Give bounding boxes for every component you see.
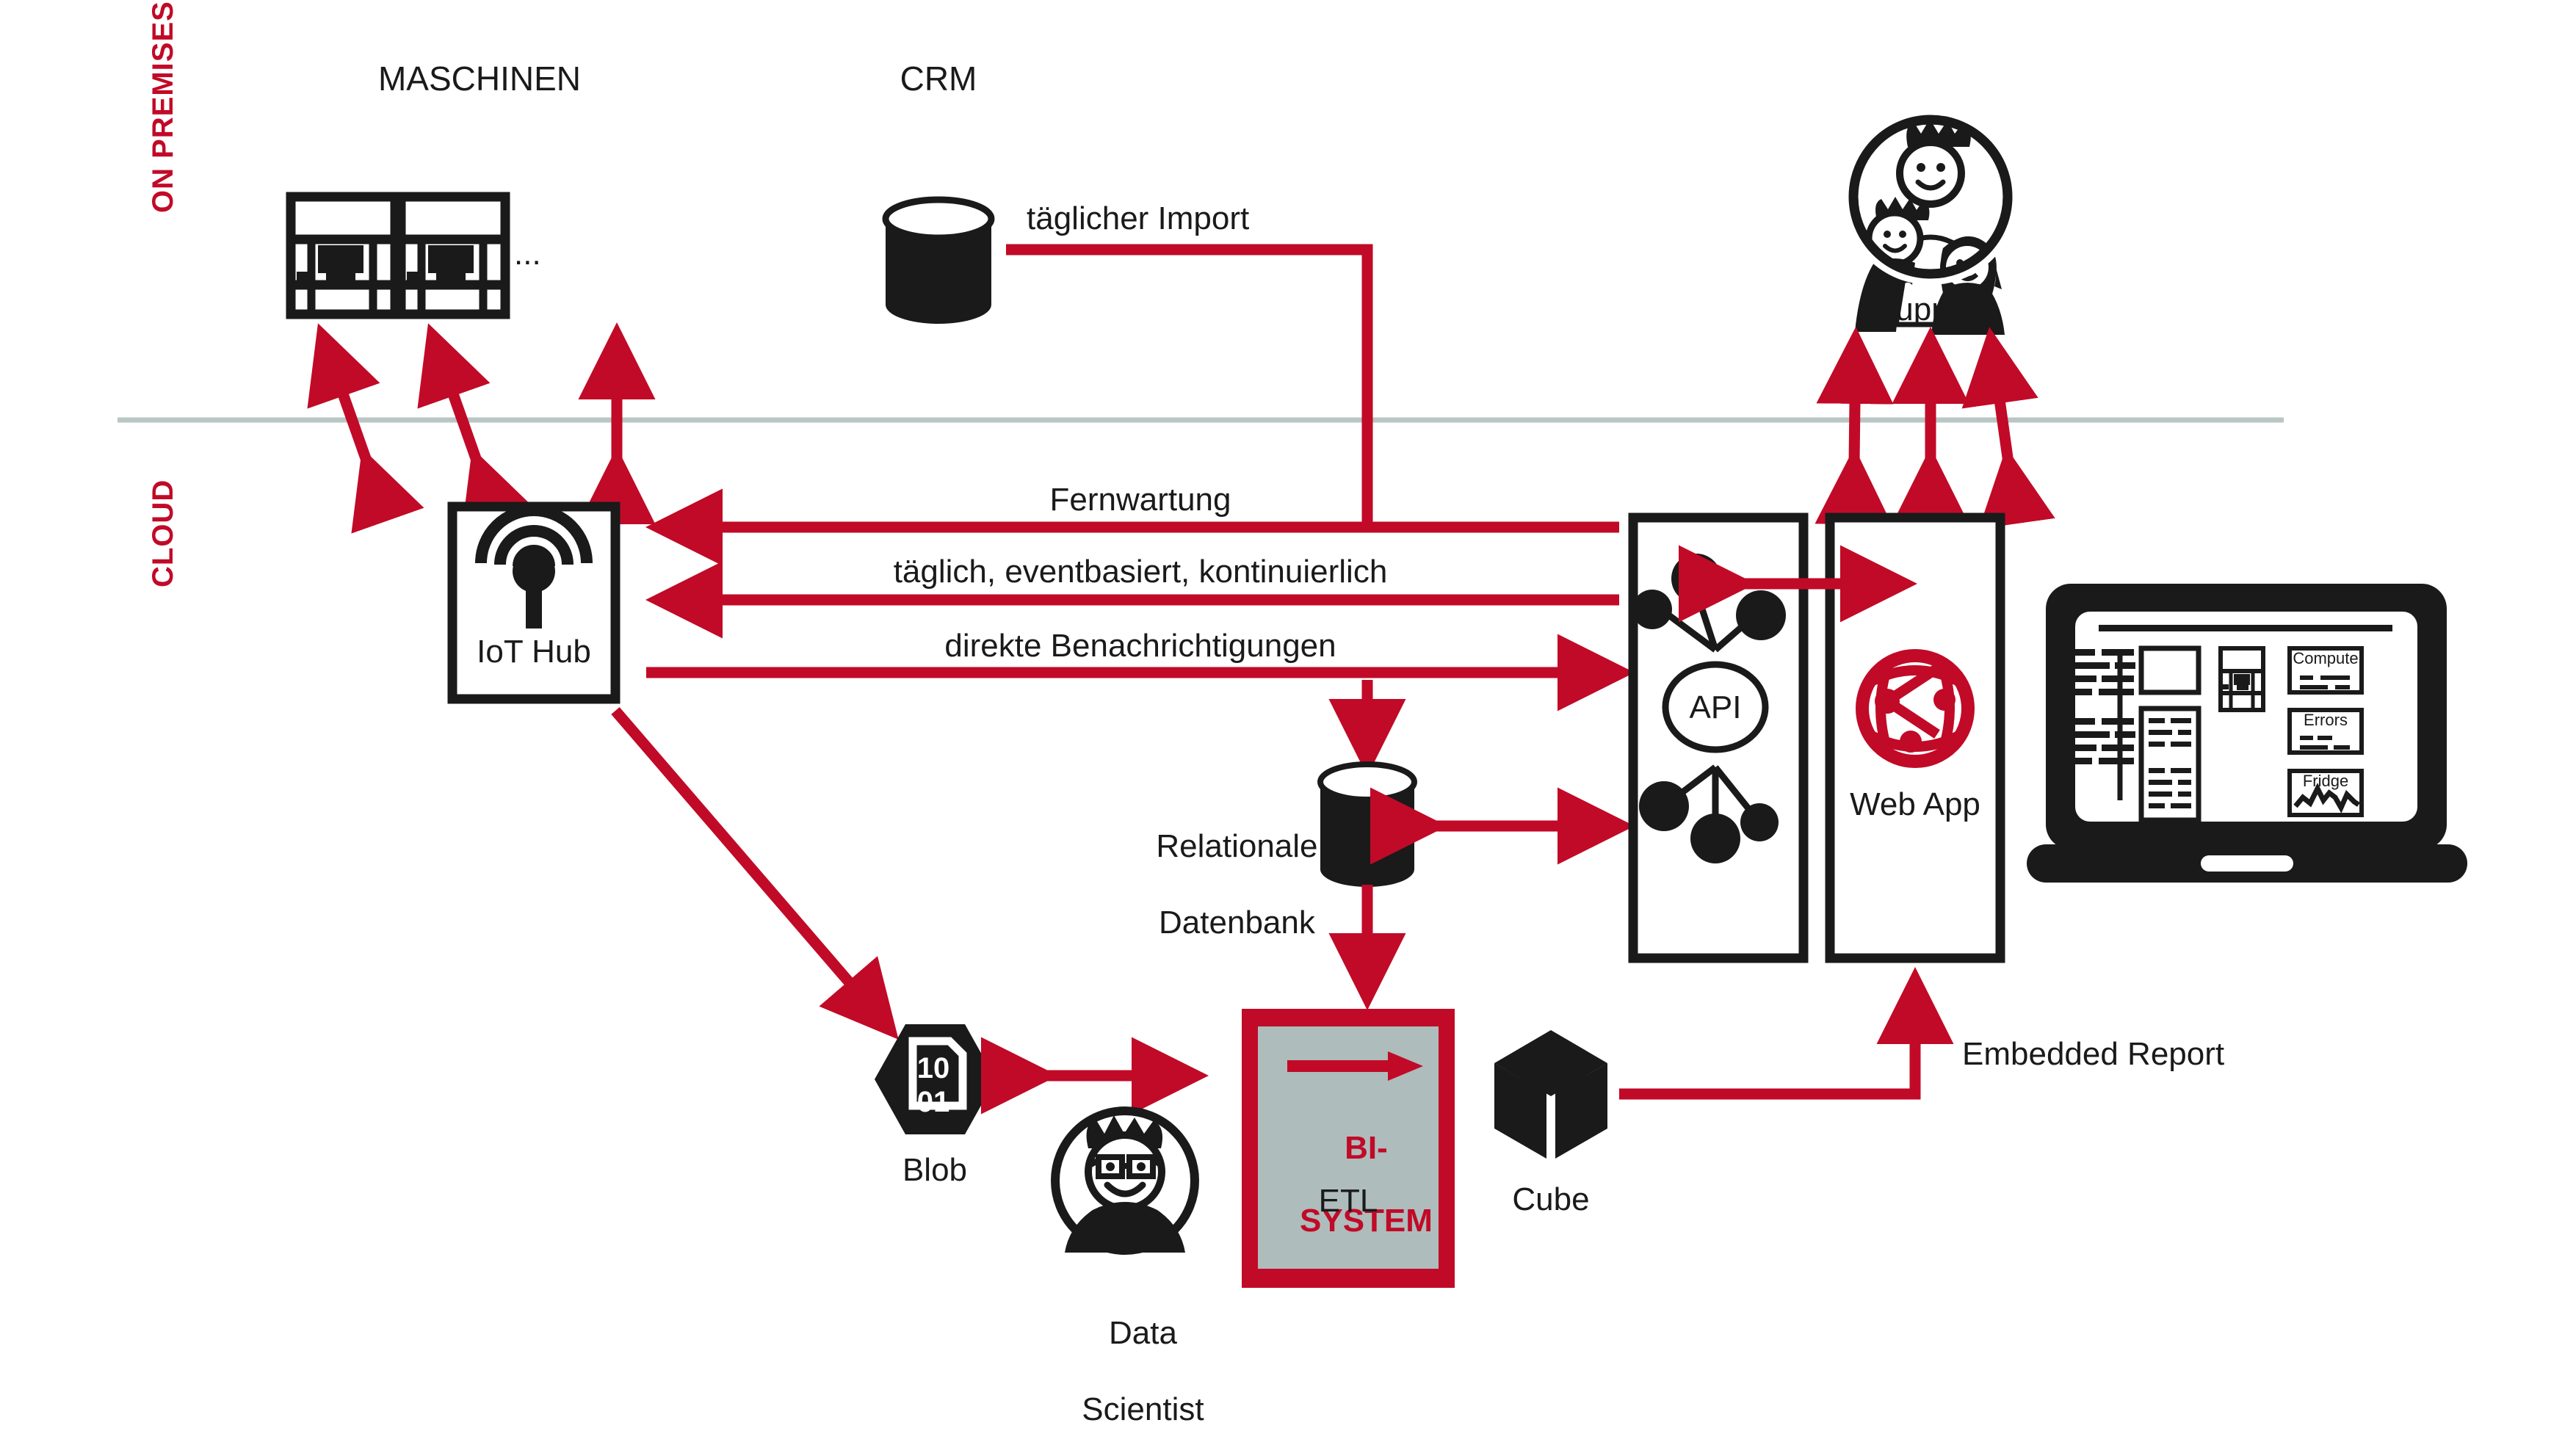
crm-database-icon: [882, 196, 995, 324]
relational-db-label: Relationale Datenbank: [1120, 789, 1317, 980]
data-scientist-icon: [1051, 1106, 1199, 1255]
data-scientist-label: Data Scientist: [1046, 1276, 1204, 1431]
support-cloud-arrows: [1815, 326, 2055, 529]
iot-hub-label: IoT Hub: [477, 634, 591, 670]
laptop-dashboard-icon: [2027, 584, 2467, 883]
architecture-diagram-canvas: ON PREMISES CLOUD MASCHINEN CRM ... tägl…: [0, 0, 2576, 1431]
cube-label: Cube: [1512, 1181, 1590, 1217]
section-label-cloud: CLOUD: [147, 479, 179, 587]
hub-to-blob-arrow: [611, 707, 899, 1040]
header-maschinen: MASCHINEN: [377, 59, 582, 98]
flow-label-embedded-report: Embedded Report: [1962, 1036, 2225, 1072]
relational-db-label-line1: Relationale: [1156, 827, 1318, 864]
api-label: API: [1689, 689, 1742, 725]
flow-label-cadence: täglich, eventbasiert, kontinuierlich: [893, 554, 1388, 590]
blob-binary-top: 10: [916, 1052, 950, 1084]
cube-3d-icon: [1494, 1030, 1607, 1159]
flow-label-fernwartung: Fernwartung: [1049, 482, 1231, 518]
dashboard-tile-title-errors: Errors: [2304, 711, 2348, 729]
machine-icon-2: [396, 192, 510, 319]
machine-icon-1: [286, 192, 400, 319]
relational-db-label-line2: Datenbank: [1159, 904, 1315, 941]
bi-system-title-line1: BI-: [1345, 1130, 1388, 1167]
machine-ellipsis: ...: [514, 236, 541, 272]
support-label: Support: [1873, 291, 1988, 327]
header-crm: CRM: [900, 59, 977, 98]
dashboard-tile-title-fridge: Fridge: [2302, 772, 2349, 790]
blob-label: Blob: [902, 1152, 968, 1188]
embedded-report-path: [1619, 966, 1954, 1100]
flow-label-daily-import: täglicher Import: [1027, 200, 1250, 236]
relational-database-icon: [1317, 761, 1417, 887]
web-app-label: Web App: [1850, 786, 1980, 822]
machine-to-hub-arrows: [307, 322, 656, 534]
dashboard-tile-title-compute: Compute: [2293, 649, 2359, 667]
data-scientist-label-line1: Data: [1108, 1314, 1177, 1351]
bi-system-subtitle: ETL: [1318, 1183, 1378, 1219]
blob-binary-bottom: 01: [916, 1086, 950, 1118]
data-scientist-label-line2: Scientist: [1082, 1391, 1204, 1427]
flow-label-direct-notifications: direkte Benachrichtigungen: [944, 628, 1336, 664]
section-label-on-premises: ON PREMISES: [147, 1, 179, 213]
